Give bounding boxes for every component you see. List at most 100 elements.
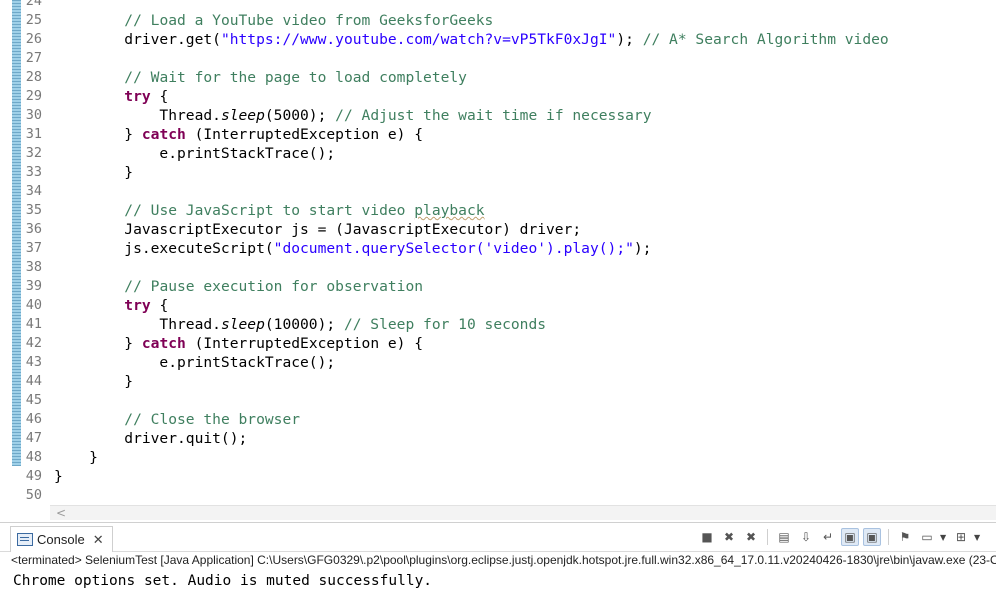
remove-all-terminated-icon[interactable]: ✖ xyxy=(742,528,760,546)
code-token: js.executeScript( xyxy=(54,240,274,257)
code-line[interactable]: 34 xyxy=(0,182,996,201)
code-line[interactable]: 28 // Wait for the page to load complete… xyxy=(0,68,996,87)
code-line[interactable]: 25 // Load a YouTube video from Geeksfor… xyxy=(0,11,996,30)
code-line[interactable]: 26 driver.get("https://www.youtube.com/w… xyxy=(0,30,996,49)
line-number: 35 xyxy=(25,202,42,218)
code-token: // Load a YouTube video from GeeksforGee… xyxy=(124,12,494,29)
line-number: 32 xyxy=(25,145,42,161)
dropdown-caret-icon[interactable]: ▼ xyxy=(974,533,982,542)
code-line[interactable]: 40 try { xyxy=(0,296,996,315)
code-text: } xyxy=(54,163,133,182)
code-token: // Sleep for 10 seconds xyxy=(343,316,547,333)
line-number: 43 xyxy=(25,354,42,370)
code-line[interactable]: 32 e.printStackTrace(); xyxy=(0,144,996,163)
display-selected-console-icon[interactable]: ▭ xyxy=(918,528,936,546)
code-line[interactable]: 31 } catch (InterruptedException e) { xyxy=(0,125,996,144)
code-line[interactable]: 43 e.printStackTrace(); xyxy=(0,353,996,372)
code-line[interactable]: 27 xyxy=(0,49,996,68)
scroll-lock-icon[interactable]: ⇩ xyxy=(797,528,815,546)
code-token: // Close the browser xyxy=(124,411,301,428)
tab-console[interactable]: Console ✕ xyxy=(10,526,113,552)
code-line[interactable]: 35 // Use JavaScript to start video play… xyxy=(0,201,996,220)
code-line[interactable]: 45 xyxy=(0,391,996,410)
remove-launch-icon[interactable]: ✖ xyxy=(720,528,738,546)
code-text: js.executeScript("document.querySelector… xyxy=(54,239,651,258)
code-text: } catch (InterruptedException e) { xyxy=(54,334,423,353)
code-line[interactable]: 36 JavascriptExecutor js = (JavascriptEx… xyxy=(0,220,996,239)
line-number: 46 xyxy=(25,411,42,427)
stop-icon[interactable]: ■ xyxy=(698,528,716,546)
code-token: try xyxy=(124,88,151,105)
code-token: Thread. xyxy=(54,107,221,124)
line-number: 28 xyxy=(25,69,42,85)
line-number: 38 xyxy=(25,259,42,275)
code-token: JavascriptExecutor js = (JavascriptExecu… xyxy=(54,221,582,238)
code-line[interactable]: 50 xyxy=(0,486,996,505)
dropdown-caret-icon[interactable]: ▼ xyxy=(940,533,948,542)
code-token: (10000); xyxy=(264,316,344,333)
code-line[interactable]: 39 // Pause execution for observation xyxy=(0,277,996,296)
code-text: // Close the browser xyxy=(54,410,300,429)
line-number: 34 xyxy=(25,183,42,199)
code-token: "document.querySelector('video').play();… xyxy=(273,240,634,257)
line-number: 24 xyxy=(25,0,42,9)
code-token: ); xyxy=(633,240,652,257)
code-line[interactable]: 47 driver.quit(); xyxy=(0,429,996,448)
code-line[interactable]: 33 } xyxy=(0,163,996,182)
code-line[interactable]: 41 Thread.sleep(10000); // Sleep for 10 … xyxy=(0,315,996,334)
line-number: 27 xyxy=(25,50,42,66)
toolbar-separator xyxy=(888,529,889,545)
code-text: JavascriptExecutor js = (JavascriptExecu… xyxy=(54,220,581,239)
code-text: driver.get("https://www.youtube.com/watc… xyxy=(54,30,889,49)
code-token: // Use JavaScript to start video xyxy=(124,202,415,219)
code-token: catch xyxy=(141,335,186,352)
code-line[interactable]: 24 xyxy=(0,0,996,11)
code-token: // A* Search Algorithm video xyxy=(642,31,889,48)
line-number: 40 xyxy=(25,297,42,313)
code-line[interactable]: 29 try { xyxy=(0,87,996,106)
code-editor[interactable]: 24 25 // Load a YouTube video from Geeksf… xyxy=(0,0,996,505)
code-token: { xyxy=(150,88,169,105)
code-line[interactable]: 37 js.executeScript("document.querySelec… xyxy=(0,239,996,258)
show-console-stderr-icon[interactable]: ▣ xyxy=(863,528,881,546)
line-number: 47 xyxy=(25,430,42,446)
clear-console-icon[interactable]: ▤ xyxy=(775,528,793,546)
line-number: 33 xyxy=(25,164,42,180)
code-line[interactable]: 42 } catch (InterruptedException e) { xyxy=(0,334,996,353)
code-token: ); xyxy=(616,31,643,48)
editor-horizontal-scrollbar[interactable]: < xyxy=(50,505,996,520)
code-line[interactable]: 49} xyxy=(0,467,996,486)
code-text: // Use JavaScript to start video playbac… xyxy=(54,201,484,220)
code-text: e.printStackTrace(); xyxy=(54,353,335,372)
code-text: // Wait for the page to load completely xyxy=(54,68,467,87)
code-lines: 24 25 // Load a YouTube video from Geeksf… xyxy=(0,0,996,505)
console-output[interactable]: Chrome options set. Audio is muted succe… xyxy=(13,573,432,589)
console-tab-label: Console xyxy=(37,532,85,547)
code-line[interactable]: 30 Thread.sleep(5000); // Adjust the wai… xyxy=(0,106,996,125)
code-text: Thread.sleep(10000); // Sleep for 10 sec… xyxy=(54,315,546,334)
scroll-left-icon[interactable]: < xyxy=(56,506,66,520)
code-text: } catch (InterruptedException e) { xyxy=(54,125,423,144)
open-console-icon[interactable]: ⊞ xyxy=(952,528,970,546)
console-process-status: <terminated> SeleniumTest [Java Applicat… xyxy=(11,553,996,567)
word-wrap-icon[interactable]: ↵ xyxy=(819,528,837,546)
code-line[interactable]: 38 xyxy=(0,258,996,277)
code-token: driver.get( xyxy=(54,31,221,48)
pin-console-icon[interactable]: ⚑ xyxy=(896,528,914,546)
code-line[interactable]: 48 } xyxy=(0,448,996,467)
code-text: // Pause execution for observation xyxy=(54,277,423,296)
code-token: (InterruptedException e) { xyxy=(185,126,424,143)
line-number: 37 xyxy=(25,240,42,256)
close-icon[interactable]: ✕ xyxy=(93,532,104,548)
line-number: 42 xyxy=(25,335,42,351)
code-line[interactable]: 46 // Close the browser xyxy=(0,410,996,429)
code-token: } xyxy=(54,164,134,181)
code-line[interactable]: 44 } xyxy=(0,372,996,391)
line-number: 30 xyxy=(25,107,42,123)
show-console-stdout-icon[interactable]: ▣ xyxy=(841,528,859,546)
